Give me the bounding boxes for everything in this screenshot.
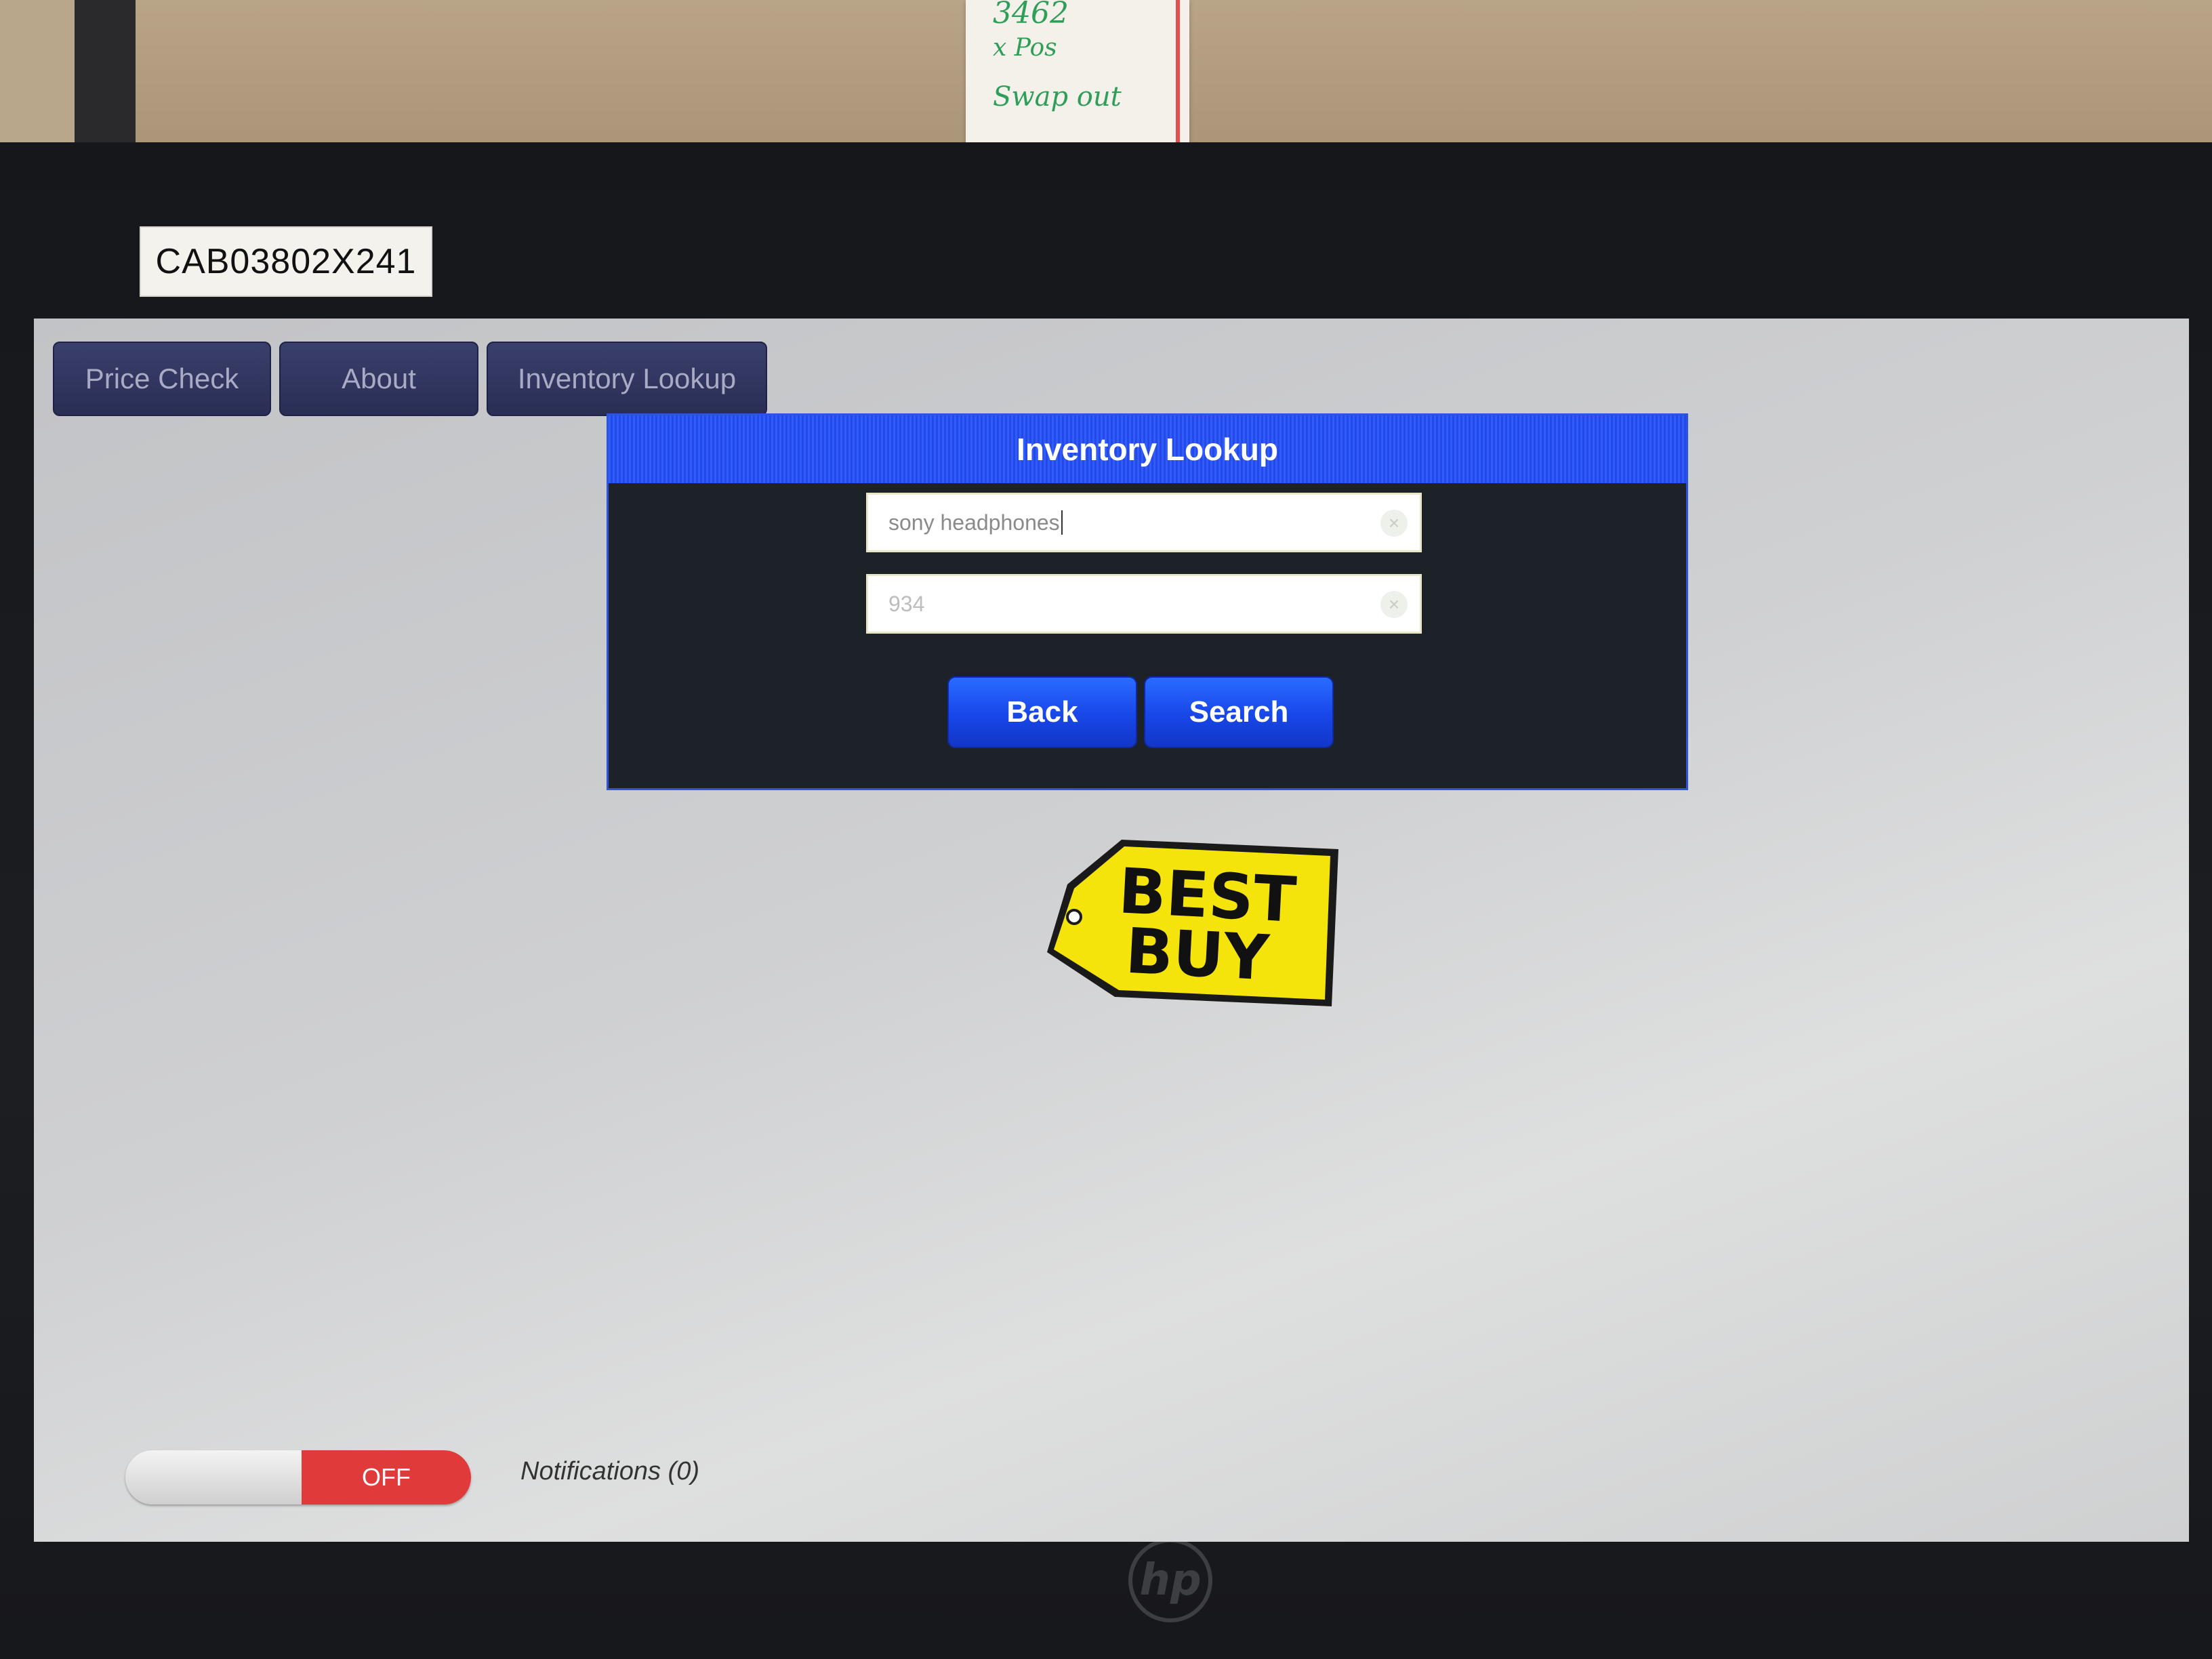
back-button[interactable]: Back xyxy=(947,676,1137,748)
wall-pillar xyxy=(75,0,136,156)
best-buy-logo: BEST BUY xyxy=(1047,840,1338,1006)
sticky-note-line: Swap out xyxy=(993,81,1122,112)
asset-tag-label: CAB03802X241 xyxy=(140,226,432,297)
inventory-lookup-dialog: Inventory Lookup sony headphones × 934 ×… xyxy=(607,413,1688,790)
notifications-label[interactable]: Notifications (0) xyxy=(520,1457,699,1486)
sticky-note: 3462 x Pos Swap out xyxy=(966,0,1189,146)
tab-price-check[interactable]: Price Check xyxy=(53,342,271,416)
sticky-note-edge xyxy=(1176,0,1180,146)
toggle-state-label: OFF xyxy=(302,1450,471,1504)
text-cursor xyxy=(1061,510,1063,535)
store-number-input[interactable]: 934 × xyxy=(866,574,1422,634)
hp-logo-icon: hp xyxy=(1128,1538,1212,1622)
product-search-input[interactable]: sony headphones × xyxy=(866,493,1422,552)
clear-icon[interactable]: × xyxy=(1380,591,1408,618)
notifications-toggle[interactable]: OFF xyxy=(125,1450,471,1504)
logo-text-buy: BUY xyxy=(1124,915,1271,995)
store-number-value: 934 xyxy=(888,591,925,616)
tab-about[interactable]: About xyxy=(279,342,478,416)
toggle-knob xyxy=(125,1450,302,1504)
dialog-title: Inventory Lookup xyxy=(609,415,1686,483)
photo-scene: 3462 x Pos Swap out CAB03802X241 hp Pric… xyxy=(0,0,2212,1659)
tab-bar: Price Check About Inventory Lookup xyxy=(53,342,767,416)
kiosk-screen: Price Check About Inventory Lookup Inven… xyxy=(34,319,2189,1542)
tab-inventory-lookup[interactable]: Inventory Lookup xyxy=(487,342,767,416)
product-search-value: sony headphones xyxy=(888,510,1060,535)
search-button[interactable]: Search xyxy=(1144,676,1334,748)
wall-strip xyxy=(0,0,75,156)
sticky-note-line: x Pos xyxy=(993,34,1057,62)
clear-icon[interactable]: × xyxy=(1380,510,1408,537)
sticky-note-line: 3462 xyxy=(993,0,1069,30)
logo-tag-hole xyxy=(1066,909,1082,925)
